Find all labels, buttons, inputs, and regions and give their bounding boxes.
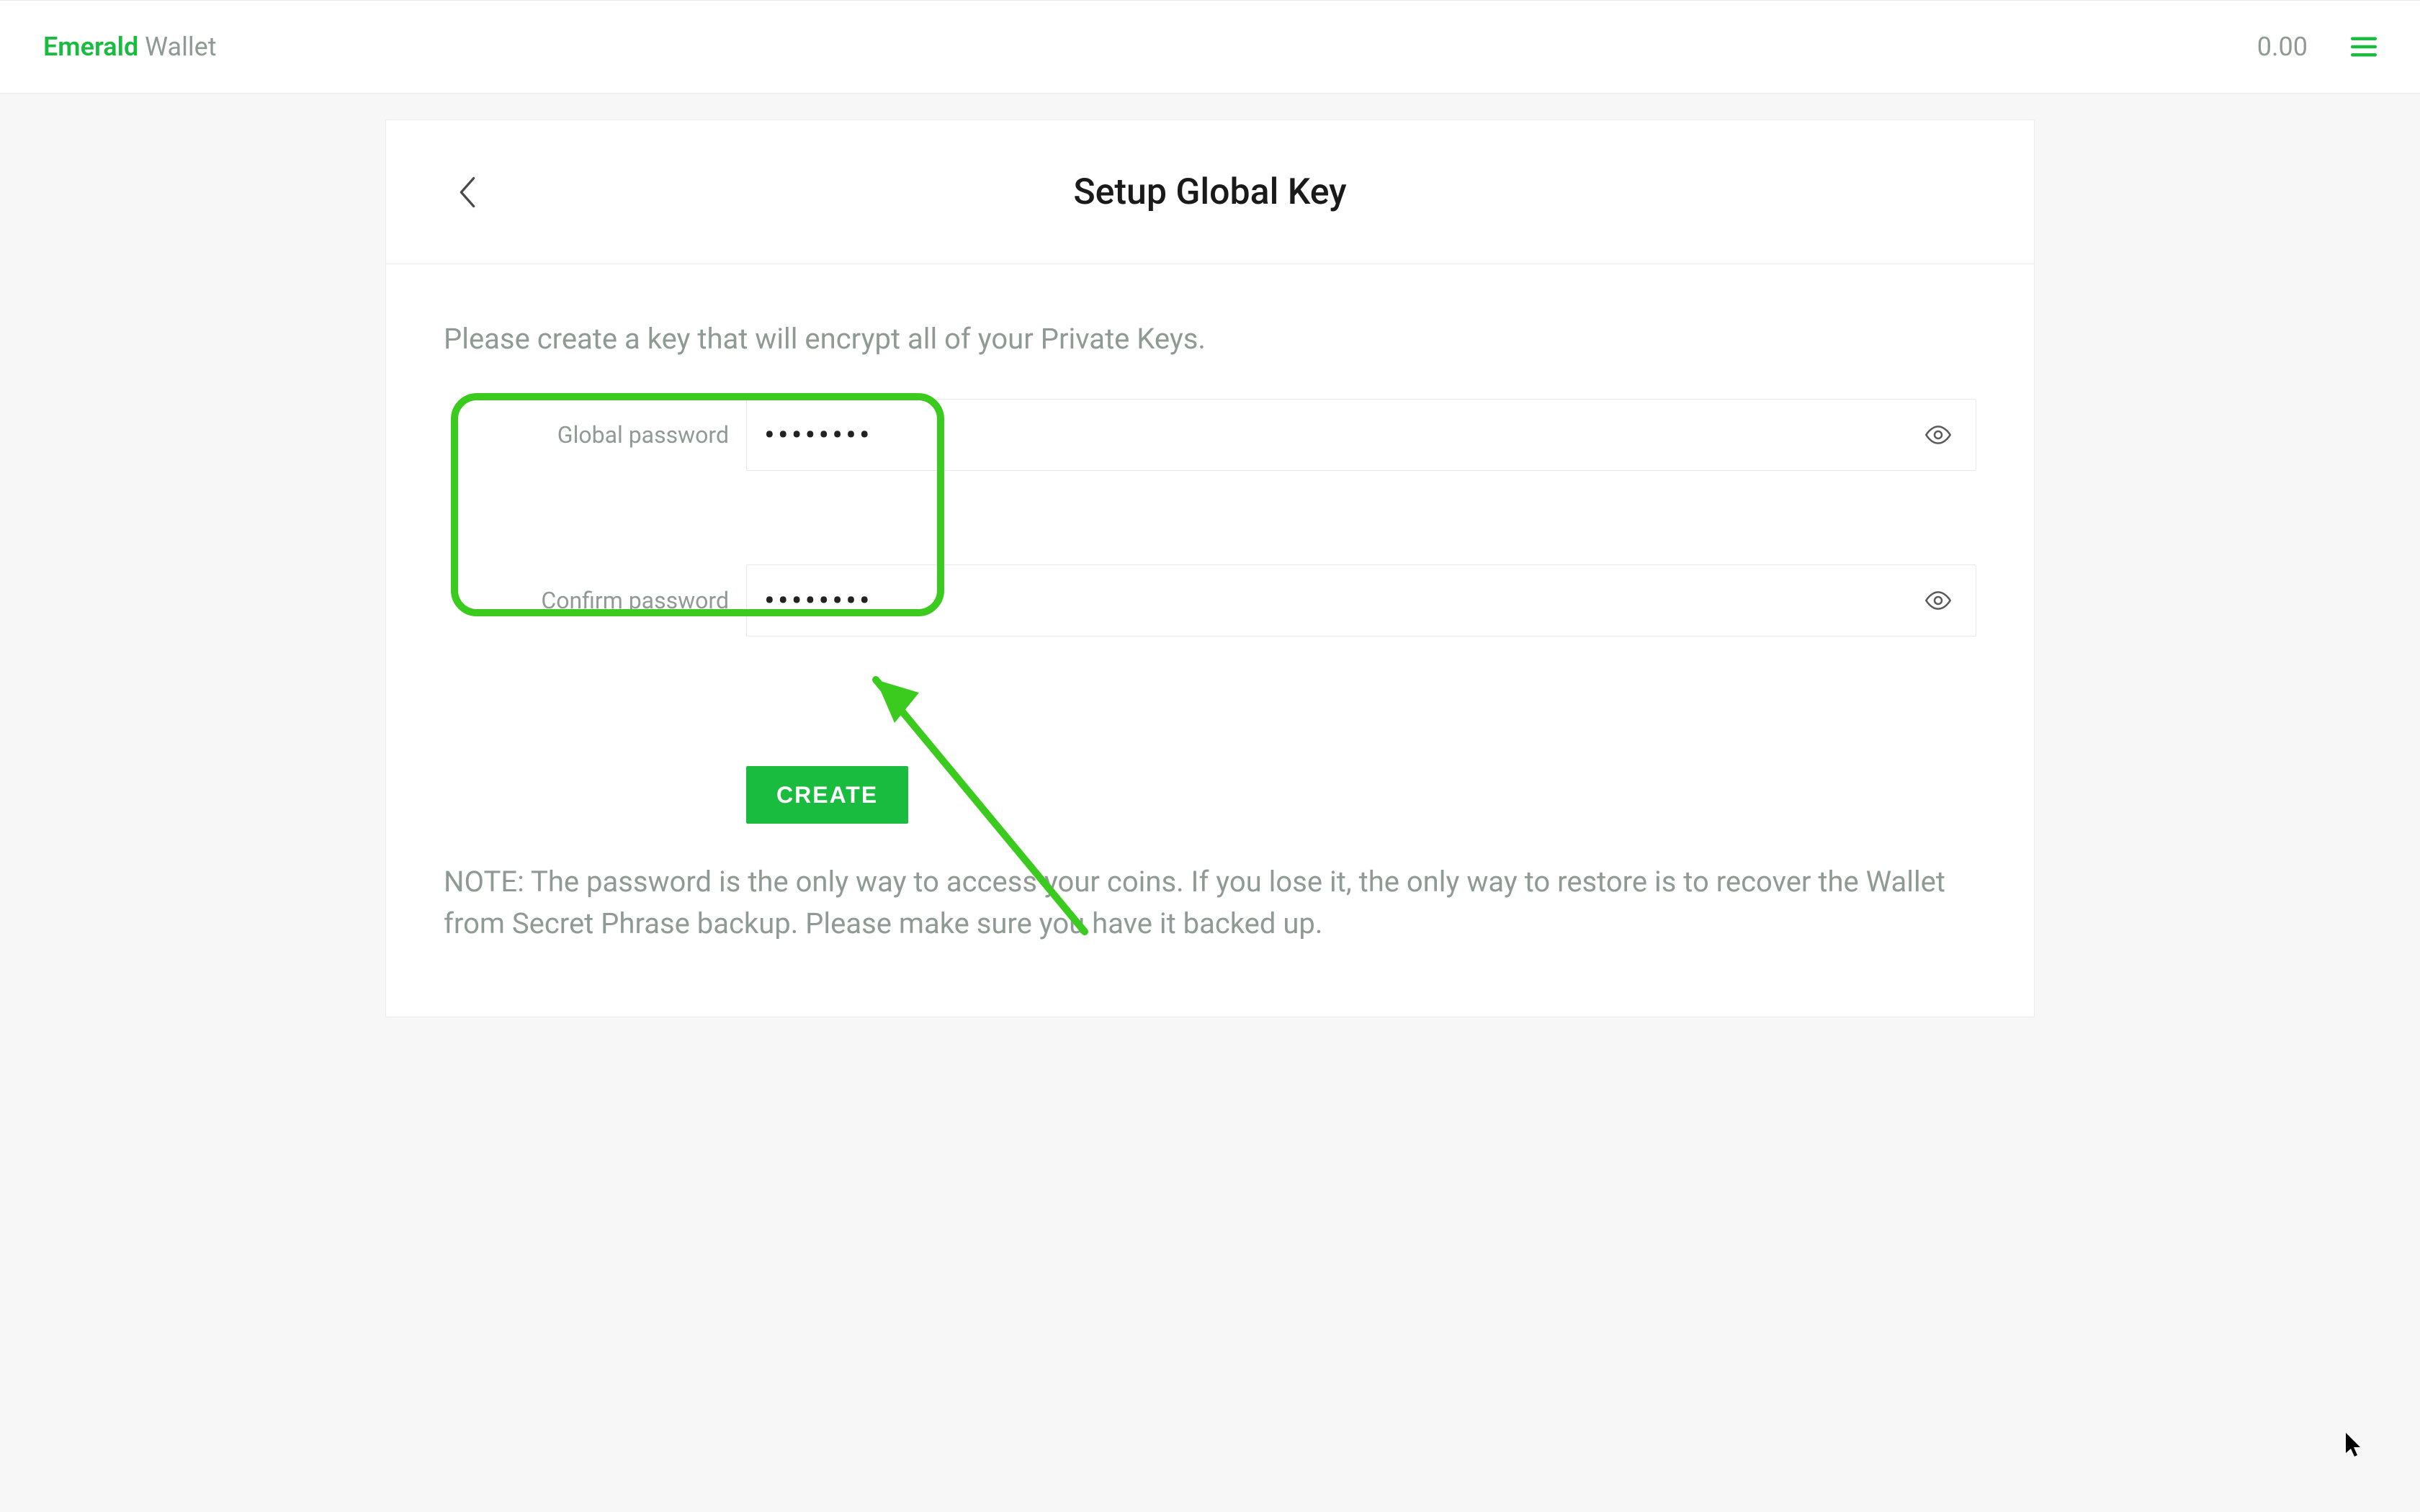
- app-header: Emerald Wallet 0.00: [0, 0, 2420, 94]
- brand-suffix: Wallet: [138, 32, 216, 62]
- confirm-input[interactable]: [764, 582, 1918, 619]
- eye-icon: [1924, 425, 1953, 445]
- password-input-wrap: [746, 399, 1976, 471]
- page: Setup Global Key Please create a key tha…: [0, 94, 2420, 1017]
- mouse-cursor-icon: [2346, 1433, 2363, 1457]
- brand: Emerald Wallet: [43, 32, 217, 62]
- toggle-password-visibility[interactable]: [1918, 419, 1958, 451]
- page-title: Setup Global Key: [444, 171, 1976, 213]
- toggle-confirm-visibility[interactable]: [1918, 585, 1958, 616]
- note-text: NOTE: The password is the only way to ac…: [444, 861, 1976, 945]
- setup-card: Setup Global Key Please create a key tha…: [385, 120, 2035, 1017]
- intro-text: Please create a key that will encrypt al…: [444, 322, 1976, 356]
- password-row: Global password: [444, 399, 1976, 471]
- back-button[interactable]: [458, 176, 477, 208]
- confirm-row: Confirm password: [444, 564, 1976, 636]
- create-button[interactable]: CREATE: [746, 766, 908, 824]
- balance-value: 0.00: [2257, 32, 2308, 62]
- eye-icon: [1924, 590, 1953, 611]
- button-row: CREATE: [746, 766, 1976, 824]
- chevron-left-icon: [458, 176, 477, 208]
- confirm-label: Confirm password: [444, 587, 746, 614]
- confirm-input-wrap: [746, 564, 1976, 636]
- menu-button[interactable]: [2351, 37, 2377, 57]
- form-wrap: Global password Confirm password: [444, 399, 1976, 824]
- header-right: 0.00: [2257, 32, 2377, 62]
- password-label: Global password: [444, 421, 746, 449]
- hamburger-icon: [2351, 37, 2377, 57]
- password-input[interactable]: [764, 416, 1918, 454]
- card-body: Please create a key that will encrypt al…: [386, 264, 2034, 1017]
- brand-name: Emerald: [43, 32, 138, 62]
- card-header: Setup Global Key: [386, 120, 2034, 264]
